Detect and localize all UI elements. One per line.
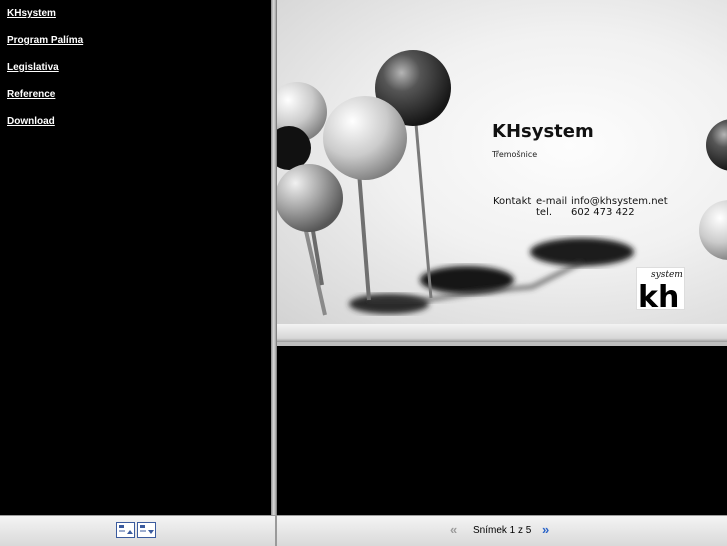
double-chevron-left-icon[interactable]: « [450,523,457,536]
tel-label: tel. [536,207,553,218]
nav-link-program-palima[interactable]: Program Palíma [7,35,271,62]
email-value: info@khsystem.net [571,196,668,207]
nav-menu: KHsystem Program Palíma Legislativa Refe… [0,0,271,143]
bottom-toolbar: « Snímek 1 z 5 » [0,515,727,546]
khsystem-logo: system kh [636,267,685,315]
slide-image: KHsystem Třemošnice Kontakt e-mail info@… [277,0,727,324]
slide-counter: Snímek 1 z 5 [473,525,532,536]
nav-link-download[interactable]: Download [7,116,271,143]
logo-letters: kh [638,280,679,309]
nav-link-legislativa[interactable]: Legislativa [7,62,271,89]
contact-label: Kontakt [493,196,532,207]
navigation-frame: KHsystem Program Palíma Legislativa Refe… [0,0,271,515]
email-label: e-mail [536,196,568,207]
slide-bottom-border [277,324,727,342]
double-chevron-right-icon[interactable]: » [542,523,549,536]
slide-divider [277,342,727,346]
toolbar-divider [275,516,277,546]
company-name: KHsystem [492,121,594,142]
nav-link-reference[interactable]: Reference [7,89,271,116]
nav-link-khsystem[interactable]: KHsystem [7,8,271,35]
tel-value: 602 473 422 [571,207,635,218]
company-city: Třemošnice [492,150,538,159]
slide-frame: KHsystem Třemošnice Kontakt e-mail info@… [277,0,727,515]
expand-frames-icon[interactable] [116,522,135,538]
logo-script: system [651,270,683,280]
collapse-frames-icon[interactable] [137,522,156,538]
